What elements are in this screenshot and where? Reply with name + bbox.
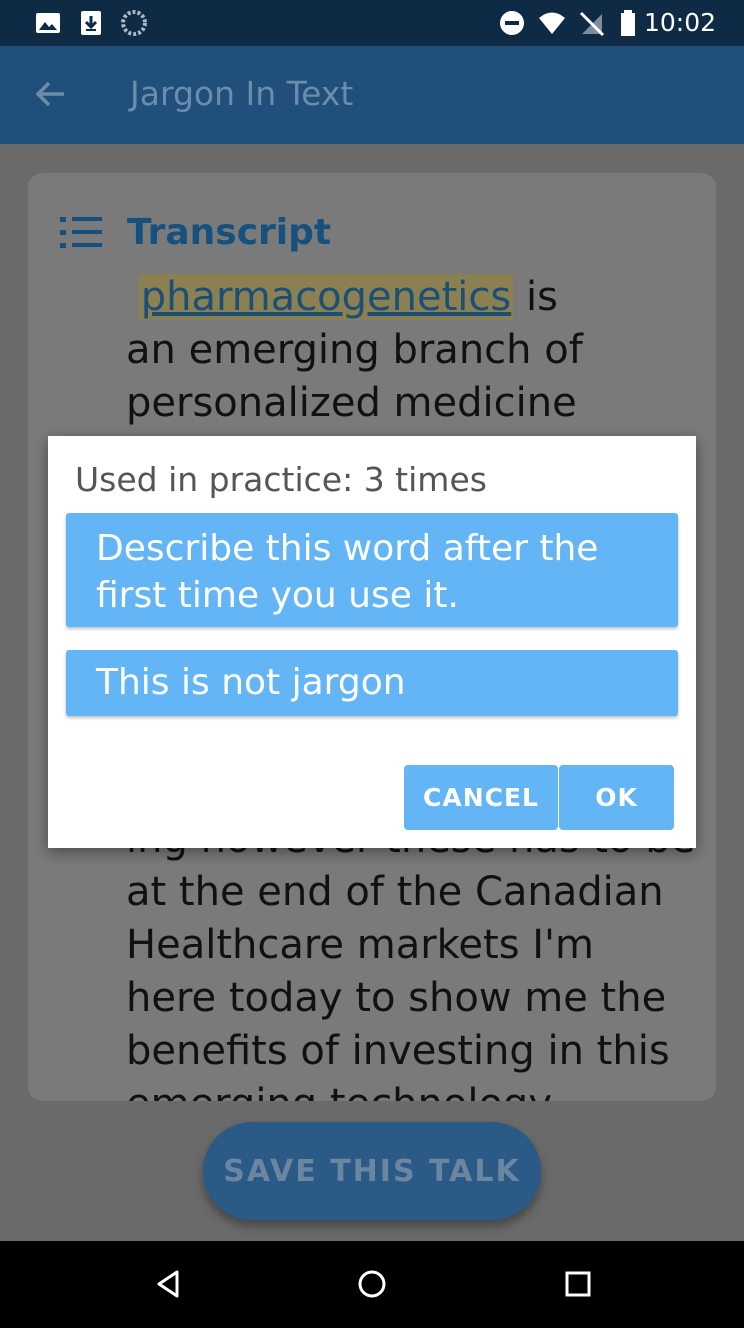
usage-count-text: Used in practice: 3 times <box>75 460 487 499</box>
do-not-disturb-icon <box>500 11 524 35</box>
status-bar: 10:02 <box>0 0 744 46</box>
not-jargon-option[interactable]: This is not jargon <box>66 650 678 716</box>
download-icon <box>81 11 101 35</box>
sync-icon <box>121 10 147 36</box>
no-signal-icon <box>579 11 605 37</box>
transcript-line: emerging technology <box>126 1078 716 1101</box>
jargon-word-link[interactable]: pharmacogenetics <box>138 274 514 320</box>
transcript-line: here today to show me the <box>126 975 667 1021</box>
arrow-back-icon[interactable] <box>34 78 66 110</box>
transcript-line: Healthcare markets I'm <box>126 922 595 968</box>
battery-icon <box>621 10 635 36</box>
jargon-dialog: Used in practice: 3 times Describe this … <box>48 436 696 848</box>
list-icon <box>60 217 102 248</box>
status-clock: 10:02 <box>643 8 716 37</box>
option-label-line: first time you use it. <box>96 575 459 616</box>
transcript-line: personalized medicine <box>126 380 577 426</box>
option-label-line: Describe this word after the <box>96 528 599 569</box>
transcript-line-tail: is <box>513 274 558 320</box>
transcript-line: an emerging branch of <box>126 327 583 373</box>
transcript-line: pharmacogenetics is <box>126 271 706 324</box>
save-talk-button[interactable]: SAVE THIS TALK <box>203 1122 541 1220</box>
transcript-line: benefits of investing in this <box>126 1028 670 1074</box>
home-nav-icon[interactable] <box>356 1268 388 1300</box>
cancel-button[interactable]: CANCEL <box>404 765 558 830</box>
image-icon <box>36 13 60 33</box>
transcript-heading: Transcript <box>127 212 332 253</box>
back-nav-icon[interactable] <box>152 1268 184 1300</box>
describe-word-option[interactable]: Describe this word after the first time … <box>66 513 678 627</box>
app-bar <box>0 46 744 144</box>
recents-nav-icon[interactable] <box>562 1268 594 1300</box>
transcript-text: pharmacogenetics is an emerging branch o… <box>126 271 706 430</box>
transcript-text-continued: ing however these has to be at the end o… <box>126 813 716 1101</box>
app-title: Jargon In Text <box>130 74 354 113</box>
ok-button[interactable]: OK <box>559 765 674 830</box>
wifi-icon <box>539 12 565 34</box>
transcript-line: at the end of the Canadian <box>126 869 664 915</box>
